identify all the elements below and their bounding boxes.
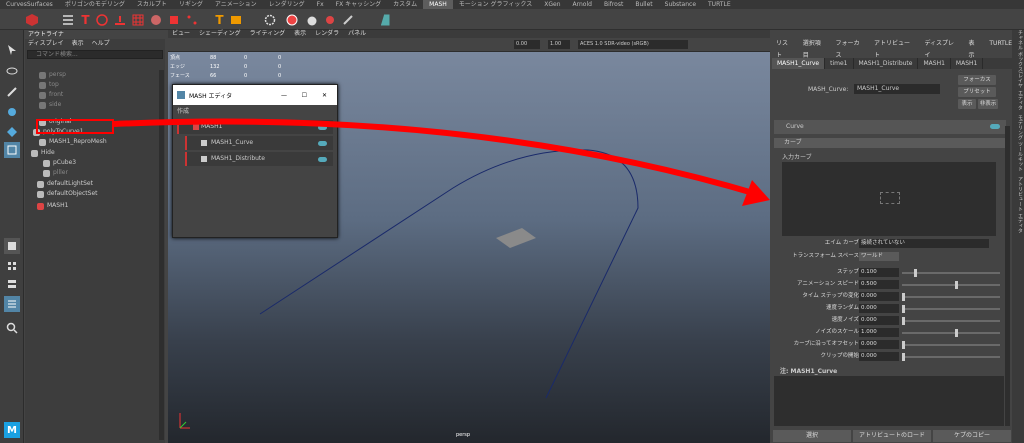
slider-knob[interactable]	[902, 305, 905, 313]
node-label: MASH_Curve:	[808, 86, 849, 93]
attr-bottom-button[interactable]: 選択	[773, 430, 851, 442]
attr-row-field[interactable]: 0.000	[859, 316, 899, 325]
preset-button[interactable]: プリセット	[958, 87, 996, 97]
attr-scrollbar[interactable]	[1005, 126, 1010, 426]
attr-slider[interactable]	[902, 281, 1000, 289]
attr-bottom-buttons: 選択 アトリビュートのロード ケプのコピー	[772, 429, 1012, 443]
attr-tabs: MASH1_Curve time1 MASH1_Distribute MASH1 MAS…	[772, 58, 1012, 69]
attr-menu-item[interactable]: TURTLE	[989, 38, 1012, 50]
input-curve-dropzone[interactable]	[782, 162, 996, 236]
attr-menu-item[interactable]: アトリビュート	[874, 38, 915, 59]
attr-row-field[interactable]: 0.100	[859, 268, 899, 277]
attr-slider[interactable]	[902, 353, 1000, 361]
attr-slider[interactable]	[902, 269, 1000, 277]
attribute-editor: リスト 選択項目 フォーカス アトリビュート ディスプレイ 表示 TURTLE MASH1_…	[772, 30, 1012, 443]
attr-menu-item[interactable]: 表示	[969, 38, 981, 59]
attr-bottom-button[interactable]: ケプのコピー	[933, 430, 1011, 442]
space-row: トランスフォーム スペース ワールド	[772, 251, 1007, 262]
curve-section-header[interactable]: Curve	[774, 120, 1006, 134]
subsection-title: カーブ	[784, 139, 802, 146]
attr-menu-item[interactable]: ディスプレイ	[924, 38, 959, 59]
attr-row-label: ノイズのスケール	[815, 329, 859, 335]
attr-row-label: 速度ノイズ	[831, 317, 859, 323]
aim-curve-field[interactable]: 接続されていない	[859, 239, 989, 248]
attr-tab[interactable]: MASH1	[918, 58, 951, 69]
show-button[interactable]: 表示	[958, 99, 976, 109]
focus-button[interactable]: フォーカス	[958, 75, 996, 85]
attr-row: ノイズのスケール 1.000	[772, 327, 1007, 338]
note-text: 注: MASH1_Curve	[780, 368, 838, 375]
attr-menu-item[interactable]: リスト	[776, 38, 794, 59]
toggle-icon[interactable]	[990, 124, 1000, 129]
attr-row: ステップ 0.100	[772, 267, 1007, 278]
attr-row-field[interactable]: 0.500	[859, 280, 899, 289]
input-curve-label: 入力カーブ	[782, 154, 812, 161]
attr-tab[interactable]: MASH1_Curve	[772, 58, 826, 69]
attr-row: アニメーション スピード 0.500	[772, 279, 1007, 290]
attr-row-field[interactable]: 0.000	[859, 292, 899, 301]
attr-row-label: カーブに沿ってオフセット	[793, 341, 859, 347]
slider-knob[interactable]	[913, 269, 917, 277]
attr-bottom-button[interactable]: アトリビュートのロード	[853, 430, 931, 442]
space-dropdown[interactable]: ワールド	[859, 252, 899, 261]
attr-row-label: クリップの開始	[820, 353, 859, 359]
attr-tab[interactable]: time1	[825, 58, 854, 69]
attr-slider[interactable]	[902, 293, 1000, 301]
attr-menu: リスト 選択項目 フォーカス アトリビュート ディスプレイ 表示 TURTLE	[772, 38, 1012, 59]
drop-target-icon	[880, 192, 900, 204]
attr-tab[interactable]: MASH1_Distribute	[854, 58, 919, 69]
section-title: Curve	[786, 123, 804, 130]
attr-row-field[interactable]: 1.000	[859, 328, 899, 337]
attr-row-label: アニメーション スピード	[796, 281, 859, 287]
curve-subsection[interactable]: カーブ	[774, 138, 1006, 148]
attr-row: カーブに沿ってオフセット 0.000	[772, 339, 1007, 350]
slider-knob[interactable]	[902, 317, 905, 325]
slider-knob[interactable]	[902, 353, 905, 361]
attr-row: クリップの開始 0.000	[772, 351, 1007, 362]
aim-curve-row: エイム カーブ 接続されていない	[772, 238, 1007, 249]
attr-row: 速度ノイズ 0.000	[772, 315, 1007, 326]
attr-row: 速度ランダム 0.000	[772, 303, 1007, 314]
space-label: トランスフォーム スペース	[792, 253, 859, 259]
attr-menu-item[interactable]: フォーカス	[835, 38, 865, 59]
attr-row-field[interactable]: 0.000	[859, 340, 899, 349]
attr-row: タイム ステップの変化 0.000	[772, 291, 1007, 302]
slider-knob[interactable]	[954, 281, 958, 289]
attr-menu-item[interactable]: 選択項目	[803, 38, 827, 59]
hide-button[interactable]: 非表示	[978, 99, 998, 109]
attr-slider[interactable]	[902, 305, 1000, 313]
attr-tab[interactable]: MASH1	[951, 58, 984, 69]
attr-row-label: タイム ステップの変化	[802, 293, 859, 299]
slider-knob[interactable]	[902, 341, 905, 349]
node-name-field[interactable]: MASH1_Curve	[854, 84, 940, 94]
side-tab-strip[interactable]: チャネル ボックス/レイヤ エディタ モデリング ツールキット アトリビュート …	[1012, 30, 1024, 443]
notes-area[interactable]	[774, 376, 1004, 426]
attr-slider[interactable]	[902, 329, 1000, 337]
attr-row-label: ステップ	[836, 269, 859, 275]
attr-row-field[interactable]: 0.000	[859, 304, 899, 313]
attr-row-field[interactable]: 0.000	[859, 352, 899, 361]
attr-slider[interactable]	[902, 317, 1000, 325]
attr-row-label: 速度ランダム	[825, 305, 859, 311]
attr-slider[interactable]	[902, 341, 1000, 349]
aim-curve-label: エイム カーブ	[824, 240, 859, 246]
slider-knob[interactable]	[954, 329, 958, 337]
slider-knob[interactable]	[902, 293, 905, 301]
